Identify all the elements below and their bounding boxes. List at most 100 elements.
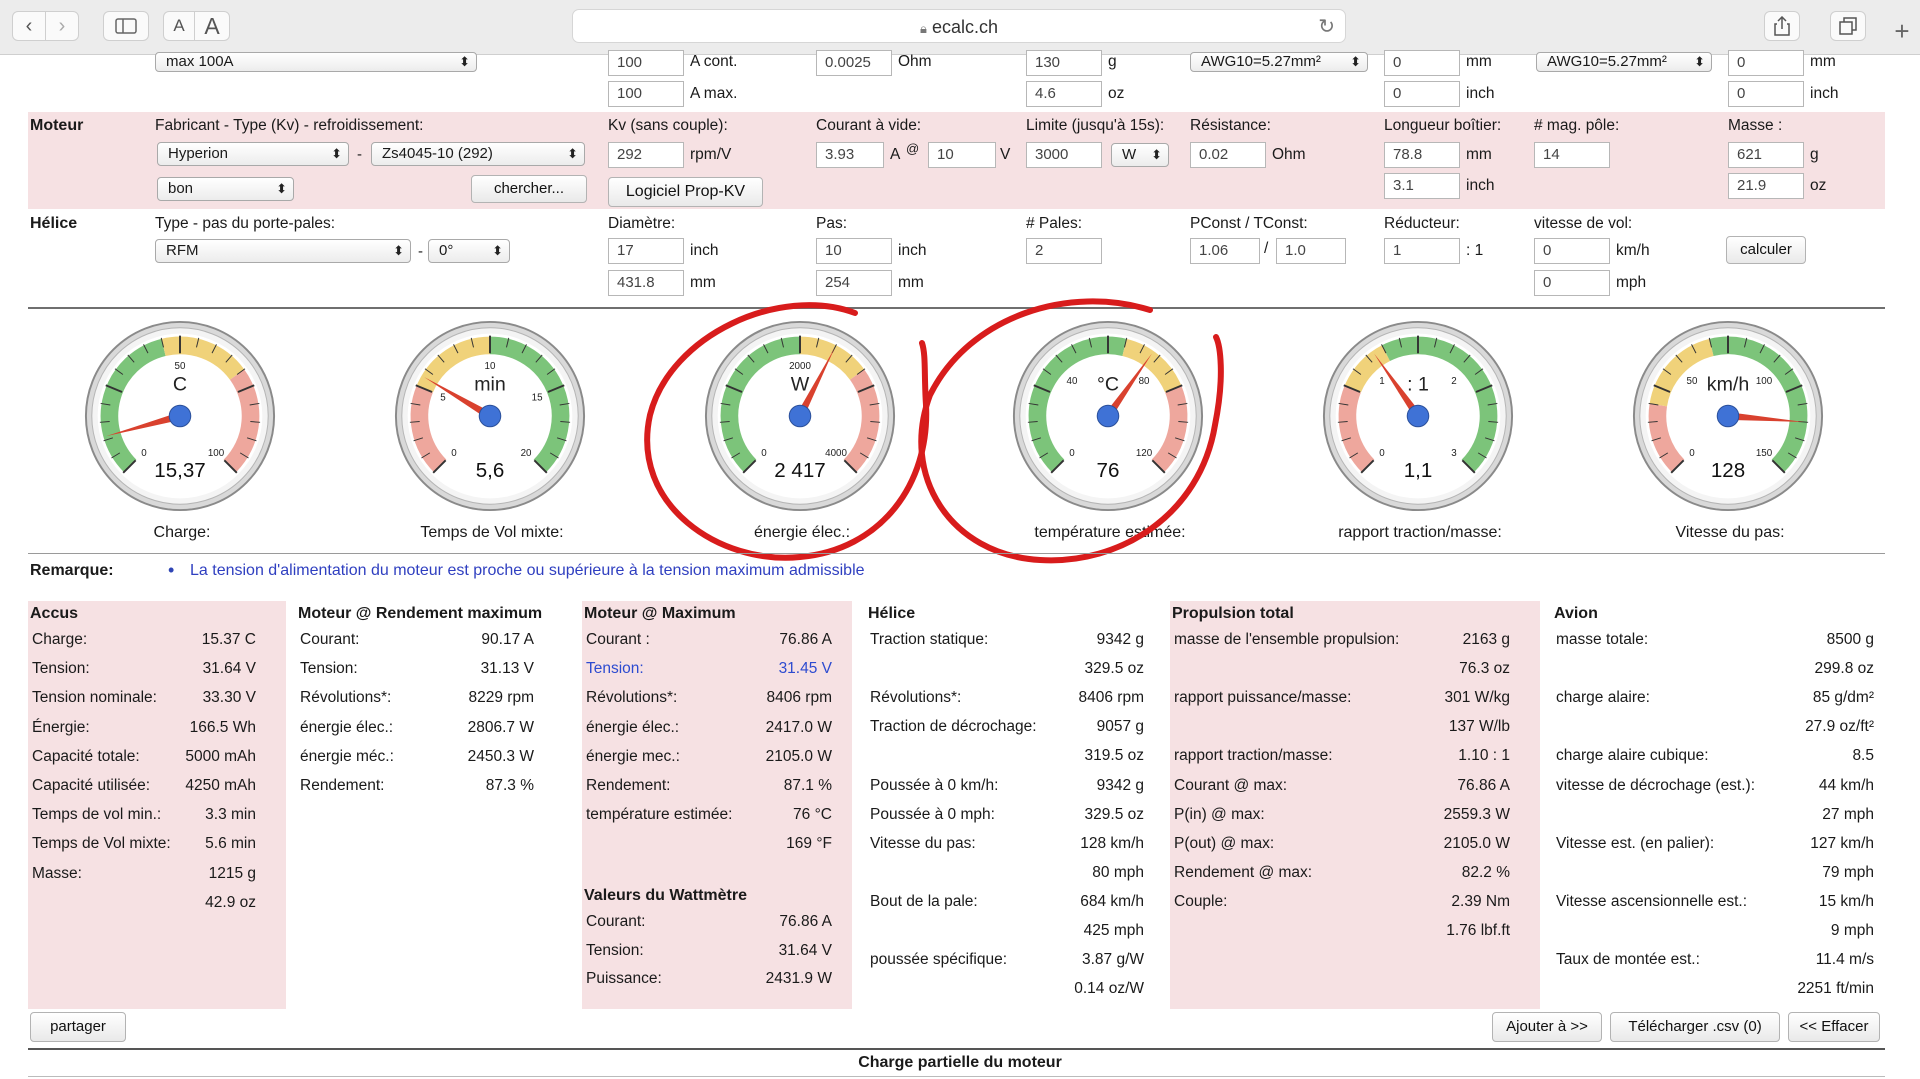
font-smaller-label: A [173,16,185,35]
wire2-inch-input[interactable]: 0 [1728,81,1804,107]
annotation-circles [644,298,1224,564]
result-value: 299.8 oz [1814,660,1874,678]
flight-speed-mph-input[interactable]: 0 [1534,270,1610,296]
share-browser-button[interactable] [1764,11,1800,41]
result-value: 27.9 oz/ft² [1805,718,1874,736]
esc-weight-oz-input[interactable]: 4.6 [1026,81,1102,107]
gauge-value: 128 [1711,459,1745,482]
reload-icon[interactable]: ↻ [1318,14,1335,39]
gauge-tick-label: 0 [141,448,147,459]
share-button[interactable]: partager [30,1012,126,1042]
gauge-tick-label: 100 [1756,376,1773,387]
kv-input[interactable]: 292 [608,142,684,168]
tconst-input[interactable]: 1.0 [1276,238,1346,264]
blades-input[interactable]: 2 [1026,238,1102,264]
esc-resistance-input[interactable]: 0.0025 [816,50,892,76]
result-value: 2163 g [1462,631,1510,648]
prop-kv-software-button[interactable]: Logiciel Prop-KV [608,177,763,207]
result-value: 8406 rpm [766,689,832,707]
limit-input[interactable]: 3000 [1026,142,1102,168]
wire2-mm-input[interactable]: 0 [1728,50,1804,76]
limit-unit-select[interactable]: W [1111,143,1169,167]
gear-input[interactable]: 1 [1384,238,1460,264]
address-bar[interactable]: 🔒︎ ecalc.ch ↻ [572,9,1346,43]
pitch-label: Pas: [816,215,848,232]
search-motor-button[interactable]: chercher... [471,175,587,203]
result-label: Révolutions*: [300,689,392,707]
result-label: Vitesse est. (en palier): [1556,834,1715,852]
add-button[interactable]: Ajouter à >> [1492,1012,1602,1042]
new-tab-button[interactable]: + [1884,16,1920,54]
case-length-mm-input[interactable]: 78.8 [1384,142,1460,168]
result-value: 8500 g [1826,631,1874,648]
idle-current-input[interactable]: 3.93 [816,142,884,168]
gauge-hub [1406,404,1430,428]
divider [28,553,1885,554]
forward-button[interactable]: › [45,11,79,41]
resistance-input[interactable]: 0.02 [1190,142,1266,168]
esc-max-current-input[interactable]: 100 [608,81,684,107]
gauge-hub [478,404,502,428]
gauge-hub [168,404,192,428]
download-csv-button[interactable]: Télécharger .csv (0) [1610,1012,1780,1042]
tabs-icon [1839,17,1857,35]
flight-speed-kmh-input[interactable]: 0 [1534,238,1610,264]
esc-cont-current-input[interactable]: 100 [608,50,684,76]
esc-weight-g-input[interactable]: 130 [1026,50,1102,76]
motor-cooling-select[interactable]: bon [157,177,294,201]
gauge-4: 0 1 2 3: 1 1,1 [1322,320,1514,512]
kv-label: Kv (sans couple): [608,117,728,134]
moteur-maker-label: Fabricant - Type (Kv) - refroidissement: [155,117,424,134]
wire-gauge-select-2[interactable]: AWG10=5.27mm² [1536,52,1712,72]
sidebar-toggle-button[interactable] [103,11,149,41]
result-value: 4250 mAh [185,777,256,794]
wire1-mm-input[interactable]: 0 [1384,50,1460,76]
wire1-inch-input[interactable]: 0 [1384,81,1460,107]
result-label: Temps de vol min.: [32,806,162,824]
diameter-inch-input[interactable]: 17 [608,238,684,264]
case-length-inch-input[interactable]: 3.1 [1384,173,1460,199]
pitch-inch-input[interactable]: 10 [816,238,892,264]
motor-mass-g-unit: g [1810,146,1819,163]
calculate-button[interactable]: calculer [1726,236,1806,264]
result-label: Capacité utilisée: [32,777,151,794]
chevron-right-icon: › [58,14,66,37]
font-larger-button[interactable]: A [194,11,230,41]
idle-voltage-input[interactable]: 10 [928,142,996,168]
gauge-tick-label: 150 [1756,448,1773,459]
chevron-left-icon: ‹ [25,14,33,37]
pitch-mm-input[interactable]: 254 [816,270,892,296]
tabs-overview-button[interactable] [1830,11,1866,41]
result-value: 2105.0 W [1443,834,1510,852]
motor-type-select[interactable]: Zs4045-10 (292) [371,142,585,166]
result-label: masse de l'ensemble propulsion: [1174,631,1400,648]
poles-input[interactable]: 14 [1534,142,1610,168]
pconst-input[interactable]: 1.06 [1190,238,1260,264]
result-label: Courant @ max: [1174,776,1288,794]
motor-mass-oz-input[interactable]: 21.9 [1728,173,1804,199]
pitch-inch-unit: inch [898,242,927,259]
back-button[interactable]: ‹ [12,11,46,41]
result-label: Temps de Vol mixte: [32,835,171,853]
result-value: 127 km/h [1810,834,1874,852]
motor-maker-select[interactable]: Hyperion [157,142,349,166]
result-label: énergie mec.: [586,747,680,765]
wire-gauge-select-1[interactable]: AWG10=5.27mm² [1190,52,1368,72]
font-smaller-button[interactable]: A [163,11,195,41]
url-text: ecalc.ch [931,17,998,37]
motor-mass-g-input[interactable]: 621 [1728,142,1804,168]
gauge-tick-label: 0 [451,448,457,459]
result-value: 1215 g [208,864,256,882]
result-value: 90.17 A [481,631,534,648]
accus-panel: Accus Charge: 15.37 C Tension: 31.64 V Tensio… [28,601,286,1009]
result-label: masse totale: [1556,631,1649,648]
diameter-mm-input[interactable]: 431.8 [608,270,684,296]
gauge-value: 15,37 [154,459,206,482]
diameter-mm-unit: mm [690,274,716,291]
esc-select[interactable]: max 100A [155,52,477,72]
clear-button[interactable]: << Effacer [1788,1012,1880,1042]
prop-type-select[interactable]: RFM [155,239,411,263]
share-icon [1774,16,1790,36]
blades-label: # Pales: [1026,215,1083,232]
blade-pitch-angle-select[interactable]: 0° [428,239,510,263]
